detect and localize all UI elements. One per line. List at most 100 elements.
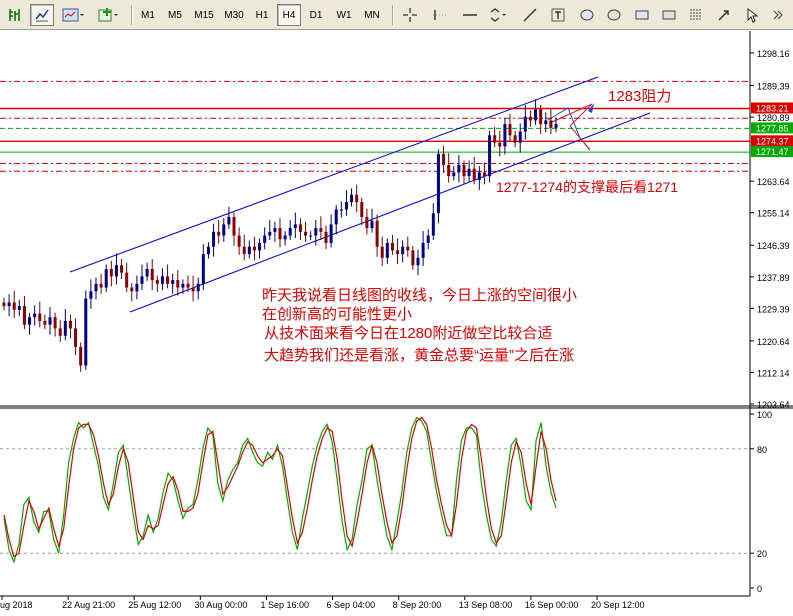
- trendline-icon[interactable]: [518, 4, 542, 26]
- price-tick-label: 1255.14: [757, 209, 790, 219]
- candle-body: [329, 224, 333, 243]
- tf-w1-button[interactable]: W1: [331, 4, 357, 26]
- candle-body: [436, 153, 440, 214]
- time-tick-label: 30 Aug 00:00: [194, 600, 247, 610]
- crosshair-icon[interactable]: [398, 4, 422, 26]
- text-tool-icon[interactable]: [546, 4, 570, 26]
- toolbar-separator: [131, 5, 133, 25]
- comment-line-1: 昨天我说看日线图的收线，今日上涨的空间很小: [262, 287, 577, 304]
- candle-body: [375, 220, 379, 247]
- tf-m5-button[interactable]: M5: [163, 4, 187, 26]
- candle-body: [298, 224, 302, 232]
- candle-body: [344, 202, 348, 210]
- time-tick-label: 6 Sep 04:00: [327, 600, 376, 610]
- tf-h4-button[interactable]: H4: [277, 4, 301, 26]
- candle-body: [176, 280, 180, 288]
- tf-h1-button[interactable]: H1: [250, 4, 274, 26]
- chart-canvas[interactable]: 1298.16 1289.39 1280.89 1263.64 1255.14 1246.…: [0, 31, 793, 611]
- candle-body: [554, 124, 558, 128]
- candle-body: [135, 283, 139, 292]
- candle-body: [273, 228, 277, 232]
- candle-body: [457, 164, 461, 173]
- candle-body: [324, 231, 328, 243]
- overflow-icon[interactable]: [768, 4, 788, 26]
- arrow-tool-icon[interactable]: [486, 4, 514, 26]
- candle-body: [114, 265, 118, 277]
- ellipse-icon[interactable]: [575, 4, 599, 26]
- fibo-fan-icon[interactable]: [684, 4, 708, 26]
- time-tick-label: 8 Sep 20:00: [393, 600, 442, 610]
- price-tick-label: 1289.39: [757, 82, 790, 92]
- candle-body: [482, 172, 486, 177]
- candle-body: [206, 246, 210, 255]
- candle-body: [12, 302, 16, 310]
- candle-body: [488, 135, 492, 177]
- candle-body: [22, 306, 26, 325]
- chart-bar-icon[interactable]: [4, 4, 26, 26]
- tf-m30-button[interactable]: M30: [220, 4, 248, 26]
- price-level-tag-label: 1274.37: [756, 136, 789, 146]
- toolbar: M1 M5 M15 M30 H1 H4 D1 W1 MN: [0, 0, 793, 30]
- resistance-annotation: 1283阻力: [608, 88, 671, 105]
- indicators-icon[interactable]: [58, 4, 88, 26]
- tf-d1-button[interactable]: D1: [304, 4, 328, 26]
- candle-body: [293, 224, 297, 229]
- period-separator-icon[interactable]: [458, 4, 482, 26]
- cursor-arrow-icon[interactable]: [712, 4, 736, 26]
- candle-body: [43, 320, 47, 325]
- candle-body: [33, 313, 37, 318]
- candle-body: [212, 231, 216, 247]
- candle-body: [263, 235, 267, 243]
- price-tick-label: 1280.89: [757, 113, 790, 123]
- tf-m15-button[interactable]: M15: [190, 4, 218, 26]
- price-tick-label: 1220.64: [757, 337, 790, 347]
- candle-body: [94, 283, 98, 292]
- candle-body: [247, 246, 251, 255]
- candle-body: [355, 194, 359, 203]
- candle-body: [513, 135, 517, 143]
- candle-body: [549, 120, 553, 128]
- price-tick-label: 1229.39: [757, 304, 790, 314]
- candle-body: [17, 306, 21, 310]
- candle-body: [145, 268, 149, 277]
- candle-body: [104, 268, 108, 288]
- candle-body: [120, 265, 124, 273]
- price-tick-label: 1298.16: [757, 49, 790, 59]
- comment-line-2: 在创新高的可能性更小: [262, 306, 412, 323]
- candle-body: [28, 317, 32, 325]
- time-tick-label: 25 Aug 12:00: [128, 600, 181, 610]
- chart-line-icon[interactable]: [30, 4, 54, 26]
- candle-body: [442, 153, 446, 165]
- candle-body: [339, 209, 343, 211]
- candle-body: [89, 291, 93, 299]
- candle-body: [406, 246, 410, 251]
- time-tick-label: 22 Aug 2018: [0, 600, 33, 610]
- candle-body: [421, 242, 425, 258]
- rectangle-tool-icon[interactable]: [657, 4, 681, 26]
- expand-icon[interactable]: [740, 4, 764, 26]
- candle-body: [370, 220, 374, 229]
- candle-body: [447, 164, 451, 177]
- add-window-icon[interactable]: [94, 4, 124, 26]
- candle-body: [350, 194, 354, 203]
- tf-m1-button[interactable]: M1: [136, 4, 160, 26]
- price-tick-label: 1237.89: [757, 273, 790, 283]
- rectangle-icon[interactable]: [602, 4, 626, 26]
- comment-line-3: 从技术面来看今日在1280附近做空比较合适: [264, 324, 552, 342]
- time-tick-label: 20 Sep 12:00: [591, 600, 645, 610]
- candle-body: [319, 228, 323, 232]
- candle-body: [539, 109, 543, 125]
- chart-window[interactable]: 1298.16 1289.39 1280.89 1263.64 1255.14 1246.…: [0, 31, 793, 611]
- candle-body: [334, 209, 338, 225]
- candle-body: [426, 235, 430, 243]
- candle-body: [155, 280, 159, 284]
- price-level-tag-label: 1271.47: [756, 147, 789, 157]
- candle-body: [125, 272, 129, 288]
- candle-body: [160, 276, 164, 284]
- candle-body: [58, 328, 62, 336]
- line-icon[interactable]: [428, 4, 452, 26]
- candle-body: [365, 216, 369, 229]
- candle-body: [304, 231, 308, 236]
- fibonacci-icon[interactable]: [630, 4, 654, 26]
- tf-mn-button[interactable]: MN: [359, 4, 385, 26]
